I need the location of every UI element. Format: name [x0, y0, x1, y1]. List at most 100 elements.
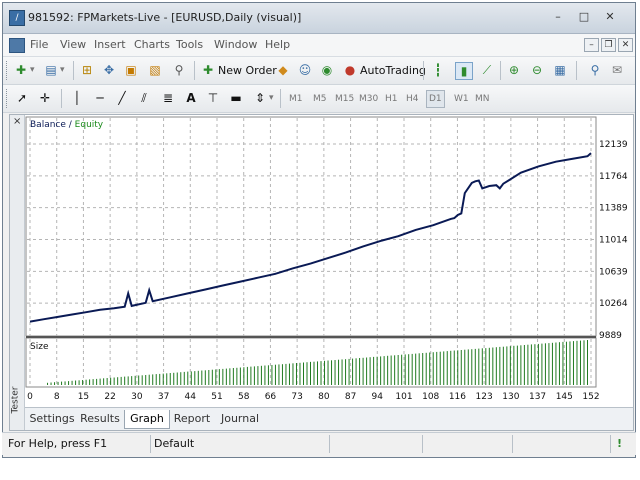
tab-results[interactable]: Results: [79, 410, 121, 428]
size-label: Size: [30, 342, 49, 352]
zoom-in-icon[interactable]: ⊕: [506, 62, 522, 78]
text-tool-icon[interactable]: A: [183, 90, 199, 106]
toolbar-separator: [280, 89, 281, 108]
x-tick-label: 101: [395, 392, 412, 402]
trendline-icon[interactable]: ╱: [114, 90, 130, 106]
equidistant-channel-icon[interactable]: ⫽: [136, 90, 152, 106]
x-tick-label: 44: [185, 392, 197, 402]
drawing-toolbar: ➚ ✛ │ ─ ╱ ⫽ ≣ A ⊤ ▬ ⇕ ▾ M1 M5 M15 M30 H1…: [3, 85, 635, 113]
timeframe-w1[interactable]: W1: [454, 94, 469, 104]
x-tick-label: 137: [529, 392, 546, 402]
profiles-icon[interactable]: ▤: [43, 62, 59, 78]
bar-chart-icon[interactable]: ┇: [430, 62, 446, 78]
toolbar-separator: [500, 61, 501, 80]
chat-icon[interactable]: ✉: [609, 62, 625, 78]
x-tick-label: 130: [502, 392, 519, 402]
status-divider: [422, 435, 423, 453]
timeframe-m30[interactable]: M30: [359, 94, 378, 104]
status-divider: [512, 435, 513, 453]
cursor-icon[interactable]: ➚: [14, 90, 30, 106]
menu-charts[interactable]: Charts: [134, 38, 170, 51]
tab-settings[interactable]: Settings: [29, 410, 75, 428]
menu-view[interactable]: View: [60, 38, 86, 51]
minimize-button[interactable]: –: [549, 9, 567, 25]
tab-graph[interactable]: Graph: [124, 410, 170, 429]
dropdown-arrow-icon[interactable]: ▾: [60, 65, 65, 75]
tile-windows-icon[interactable]: ▦: [552, 62, 568, 78]
tester-close-button[interactable]: ×: [13, 116, 21, 127]
vertical-line-icon[interactable]: │: [69, 90, 85, 106]
timeframe-h1[interactable]: H1: [385, 94, 398, 104]
chart-legend: Balance / Equity: [30, 120, 104, 130]
menu-window[interactable]: Window: [214, 38, 257, 51]
app-icon: /: [9, 10, 25, 26]
dropdown-arrow-icon[interactable]: ▾: [30, 65, 35, 75]
signals-icon[interactable]: ◉: [319, 62, 335, 78]
crosshair-icon[interactable]: ✛: [37, 90, 53, 106]
auto-trading-icon[interactable]: ●: [342, 62, 358, 78]
menu-tools[interactable]: Tools: [176, 38, 203, 51]
arrows-icon[interactable]: ⇕: [252, 90, 268, 106]
toolbar-separator: [73, 61, 74, 80]
zoom-out-icon[interactable]: ⊖: [529, 62, 545, 78]
text-label-icon[interactable]: ⊤: [205, 90, 221, 106]
toolbar-separator: [423, 61, 424, 80]
menu-insert[interactable]: Insert: [94, 38, 126, 51]
legend-separator: /: [66, 120, 75, 130]
metaeditor-icon[interactable]: ◆: [275, 62, 291, 78]
navigator-icon[interactable]: ✥: [101, 62, 117, 78]
timeframe-d1[interactable]: D1: [426, 90, 445, 108]
connection-indicator-icon: !: [617, 437, 623, 450]
tab-journal[interactable]: Journal: [216, 410, 264, 428]
menu-bar: File View Insert Charts Tools Window Hel…: [3, 34, 635, 57]
terminal-icon[interactable]: ▧: [147, 62, 163, 78]
x-tick-label: 145: [556, 392, 573, 402]
expert-advisor-icon[interactable]: ☺: [297, 62, 313, 78]
new-chart-icon[interactable]: ✚: [13, 62, 29, 78]
tester-tabs: Settings Results Graph Report Journal: [25, 407, 633, 430]
mdi-minimize-button[interactable]: –: [584, 38, 599, 52]
maximize-button[interactable]: □: [575, 9, 593, 25]
timeframe-m15[interactable]: M15: [335, 94, 354, 104]
y-tick-label: 12139: [599, 140, 628, 150]
tester-label: Tester: [10, 386, 21, 414]
toolbar-grip[interactable]: [6, 89, 10, 108]
toolbar-grip[interactable]: [6, 61, 10, 80]
mdi-restore-button[interactable]: ❐: [601, 38, 616, 52]
fibonacci-icon[interactable]: ≣: [160, 90, 176, 106]
data-window-icon[interactable]: ▣: [123, 62, 139, 78]
dropdown-arrow-icon[interactable]: ▾: [269, 93, 274, 103]
candlestick-chart-icon[interactable]: ▮: [455, 62, 473, 80]
timeframe-m5[interactable]: M5: [313, 94, 327, 104]
chart-window-icon[interactable]: [9, 38, 25, 53]
rectangle-icon[interactable]: ▬: [228, 90, 244, 106]
menu-file[interactable]: File: [30, 38, 48, 51]
timeframe-h4[interactable]: H4: [406, 94, 419, 104]
tab-report[interactable]: Report: [172, 410, 212, 428]
auto-trading-button[interactable]: AutoTrading: [360, 64, 426, 77]
y-tick-label: 11389: [599, 204, 628, 214]
standard-toolbar: ✚ ▾ ▤ ▾ ⊞ ✥ ▣ ▧ ⚲ ✚ New Order ◆ ☺ ◉ ● Au…: [3, 57, 635, 85]
strategy-tester-icon[interactable]: ⚲: [171, 62, 187, 78]
line-chart-icon[interactable]: ⟋: [479, 62, 495, 78]
x-tick-label: 37: [158, 392, 169, 402]
horizontal-line-icon[interactable]: ─: [92, 90, 108, 106]
new-order-icon[interactable]: ✚: [200, 62, 216, 78]
status-divider: [329, 435, 330, 453]
new-order-button[interactable]: New Order: [218, 64, 277, 77]
title-bar[interactable]: / 981592: FPMarkets-Live - [EURUSD,Daily…: [3, 3, 635, 34]
menu-help[interactable]: Help: [265, 38, 290, 51]
x-tick-label: 94: [372, 392, 384, 402]
timeframe-mn[interactable]: MN: [475, 94, 490, 104]
x-tick-label: 8: [54, 392, 60, 402]
mdi-close-button[interactable]: ✕: [618, 38, 633, 52]
search-icon[interactable]: ⚲: [587, 62, 603, 78]
x-tick-label: 30: [131, 392, 143, 402]
x-axis-labels: 0 8 15 22 30 37 44 51 58 66 73 80 87 94 101 108 116 123 13…: [27, 392, 599, 402]
y-tick-label: 11764: [599, 172, 628, 182]
timeframe-m1[interactable]: M1: [289, 94, 303, 104]
close-button[interactable]: ✕: [601, 9, 619, 25]
market-watch-icon[interactable]: ⊞: [79, 62, 95, 78]
x-tick-label: 87: [345, 392, 356, 402]
status-help-text: For Help, press F1: [8, 437, 108, 450]
